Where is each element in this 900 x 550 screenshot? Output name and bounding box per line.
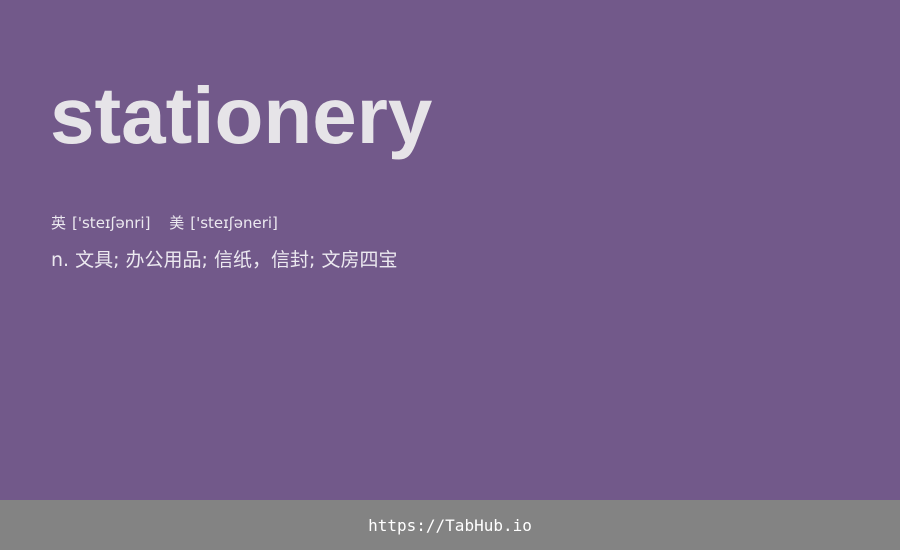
ipa-us: ['steɪʃəneri]: [190, 214, 278, 232]
ipa-uk: ['steɪʃənri]: [72, 214, 151, 232]
pronunciation-us: 美 ['steɪʃəneri]: [169, 212, 278, 234]
region-label-uk: 英: [51, 214, 67, 232]
headword: stationery: [50, 71, 433, 160]
footer-bar: https://TabHub.io: [0, 500, 900, 550]
footer-link[interactable]: https://TabHub.io: [368, 516, 532, 535]
pronunciation-uk: 英 ['steɪʃənri]: [51, 212, 150, 234]
word-card: stationery 英 ['steɪʃənri] 美 ['steɪʃəneri] …: [0, 0, 900, 500]
definition-text: n. 文具; 办公用品; 信纸，信封; 文房四宝: [51, 249, 398, 271]
region-label-us: 美: [169, 214, 185, 232]
pronunciation-row: 英 ['steɪʃənri] 美 ['steɪʃəneri]: [51, 212, 278, 234]
